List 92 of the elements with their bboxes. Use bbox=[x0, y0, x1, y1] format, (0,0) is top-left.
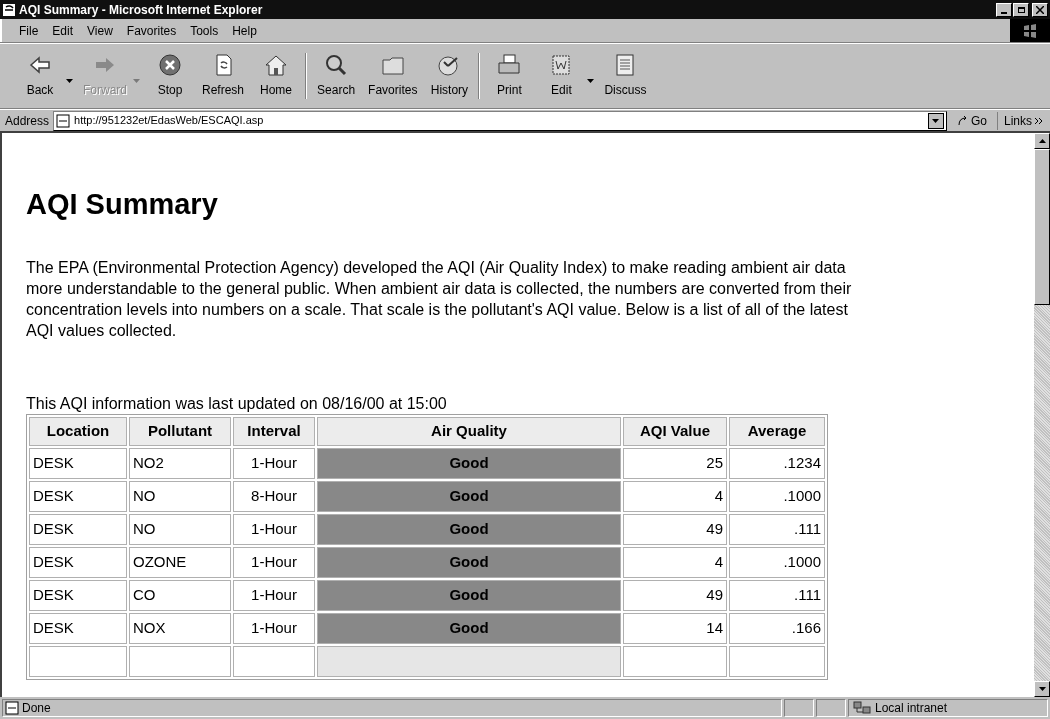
column-header: Air Quality bbox=[317, 416, 621, 446]
table-cell: .111 bbox=[729, 579, 825, 611]
table-cell: DESK bbox=[29, 480, 127, 512]
arrow-icon bbox=[956, 114, 969, 127]
up-triangle-icon bbox=[1038, 139, 1046, 143]
links-button[interactable]: Links bbox=[997, 111, 1048, 130]
chevron-icon bbox=[1035, 117, 1042, 124]
close-icon bbox=[1036, 5, 1044, 14]
scroll-thumb[interactable] bbox=[1034, 149, 1050, 305]
table-cell: NO bbox=[129, 513, 231, 545]
down-triangle-icon bbox=[1038, 687, 1046, 691]
column-header: AQI Value bbox=[623, 416, 727, 446]
menu-item[interactable]: Favorites bbox=[119, 21, 184, 40]
table-cell: 49 bbox=[623, 513, 727, 545]
network-icon bbox=[853, 701, 871, 715]
toolbar-button[interactable]: Home bbox=[250, 53, 303, 99]
menu-item[interactable]: Help bbox=[225, 21, 264, 40]
table-cell: .1000 bbox=[729, 480, 825, 512]
status-pane bbox=[816, 699, 846, 717]
air-quality-cell: Good bbox=[317, 579, 621, 611]
scroll-up-button[interactable] bbox=[1034, 133, 1050, 149]
menu-item[interactable]: File bbox=[12, 21, 46, 40]
dropdown-button[interactable] bbox=[927, 112, 944, 129]
table-cell: .1234 bbox=[729, 447, 825, 479]
table-cell: 1-Hour bbox=[233, 546, 315, 578]
table-cell: .111 bbox=[729, 513, 825, 545]
table-cell: .1000 bbox=[729, 546, 825, 578]
table-cell: NO bbox=[129, 480, 231, 512]
close-button[interactable] bbox=[1032, 2, 1048, 17]
toolbar-button[interactable]: Favorites bbox=[362, 53, 424, 99]
menu-item[interactable]: Tools bbox=[183, 21, 226, 40]
page-icon bbox=[56, 113, 71, 128]
page-icon bbox=[5, 701, 19, 715]
toolbar-button[interactable]: Edit bbox=[535, 53, 588, 99]
table-cell: DESK bbox=[29, 447, 127, 479]
toolbar-button[interactable]: History bbox=[423, 53, 476, 99]
address-label: Address bbox=[4, 112, 50, 130]
table-cell: CO bbox=[129, 579, 231, 611]
table-cell: 4 bbox=[623, 480, 727, 512]
air-quality-cell: Good bbox=[317, 612, 621, 644]
table-cell: 4 bbox=[623, 546, 727, 578]
column-header: Pollutant bbox=[129, 416, 231, 446]
scroll-down-button[interactable] bbox=[1034, 681, 1050, 697]
toolbar-button[interactable]: Back bbox=[14, 53, 66, 99]
table-cell: .166 bbox=[729, 612, 825, 644]
table-cell: NO2 bbox=[129, 447, 231, 479]
scrollbar[interactable] bbox=[1034, 133, 1050, 697]
go-button[interactable]: Go bbox=[950, 111, 993, 130]
table-cell: DESK bbox=[29, 612, 127, 644]
table-cell: 25 bbox=[623, 447, 727, 479]
toolbar-button[interactable]: Refresh bbox=[196, 53, 251, 99]
table-cell: 14 bbox=[623, 612, 727, 644]
table-cell: DESK bbox=[29, 546, 127, 578]
stop-icon bbox=[157, 53, 183, 77]
table-cell: 1-Hour bbox=[233, 579, 315, 611]
toolbar-button[interactable]: Search bbox=[310, 53, 363, 99]
table-cell: DESK bbox=[29, 513, 127, 545]
update-note: This AQI information was last updated on 08/16/00 at 15:00 bbox=[26, 393, 448, 414]
status-text: Done bbox=[2, 699, 782, 717]
table-cell: 49 bbox=[623, 579, 727, 611]
table-cell: NOX bbox=[129, 612, 231, 644]
restore-button[interactable] bbox=[1013, 2, 1029, 17]
table-cell: 8-Hour bbox=[233, 480, 315, 512]
zone-indicator: Local intranet bbox=[848, 699, 1048, 717]
table-cell: DESK bbox=[29, 579, 127, 611]
air-quality-cell: Good bbox=[317, 513, 621, 545]
table-cell: OZONE bbox=[129, 546, 231, 578]
dropdown-icon[interactable] bbox=[587, 79, 595, 83]
down-triangle-icon bbox=[932, 118, 940, 123]
table-cell: 1-Hour bbox=[233, 513, 315, 545]
window-title: AQI Summary - Microsoft Internet Explorer bbox=[19, 1, 264, 19]
menu-item[interactable]: View bbox=[80, 21, 120, 40]
page-heading: AQI Summary bbox=[26, 187, 219, 222]
minimize-button[interactable] bbox=[996, 2, 1012, 17]
column-header: Average bbox=[729, 416, 825, 446]
status-pane bbox=[784, 699, 814, 717]
toolbar-button[interactable]: Stop bbox=[144, 53, 196, 99]
toolbar-button[interactable]: Discuss bbox=[598, 53, 653, 99]
menu-item[interactable]: Edit bbox=[45, 21, 81, 40]
intro-paragraph: The EPA (Environmental Protection Agency) developed the AQI (Air Quality Index) to make reading ambient air data more understandable to the general public. When ambient air data is collected, the numbers are converted from their concentration levels into numbers on a scale. That scale is the pollutant's AQI value. Below is a list of all of the latest AQI values collected. bbox=[26, 257, 853, 341]
column-header: Location bbox=[29, 416, 127, 446]
table-cell: 1-Hour bbox=[233, 447, 315, 479]
column-header: Interval bbox=[233, 416, 315, 446]
dropdown-icon[interactable] bbox=[66, 79, 73, 83]
air-quality-cell: Good bbox=[317, 480, 621, 512]
air-quality-cell: Good bbox=[317, 546, 621, 578]
air-quality-cell: Good bbox=[317, 447, 621, 479]
browser-icon bbox=[2, 2, 16, 17]
toolbar-button[interactable]: Print bbox=[483, 53, 536, 99]
print-icon bbox=[496, 53, 523, 77]
address-field[interactable]: http://951232et/EdasWeb/ESCAQI.asp bbox=[53, 110, 947, 131]
table-cell: 1-Hour bbox=[233, 612, 315, 644]
